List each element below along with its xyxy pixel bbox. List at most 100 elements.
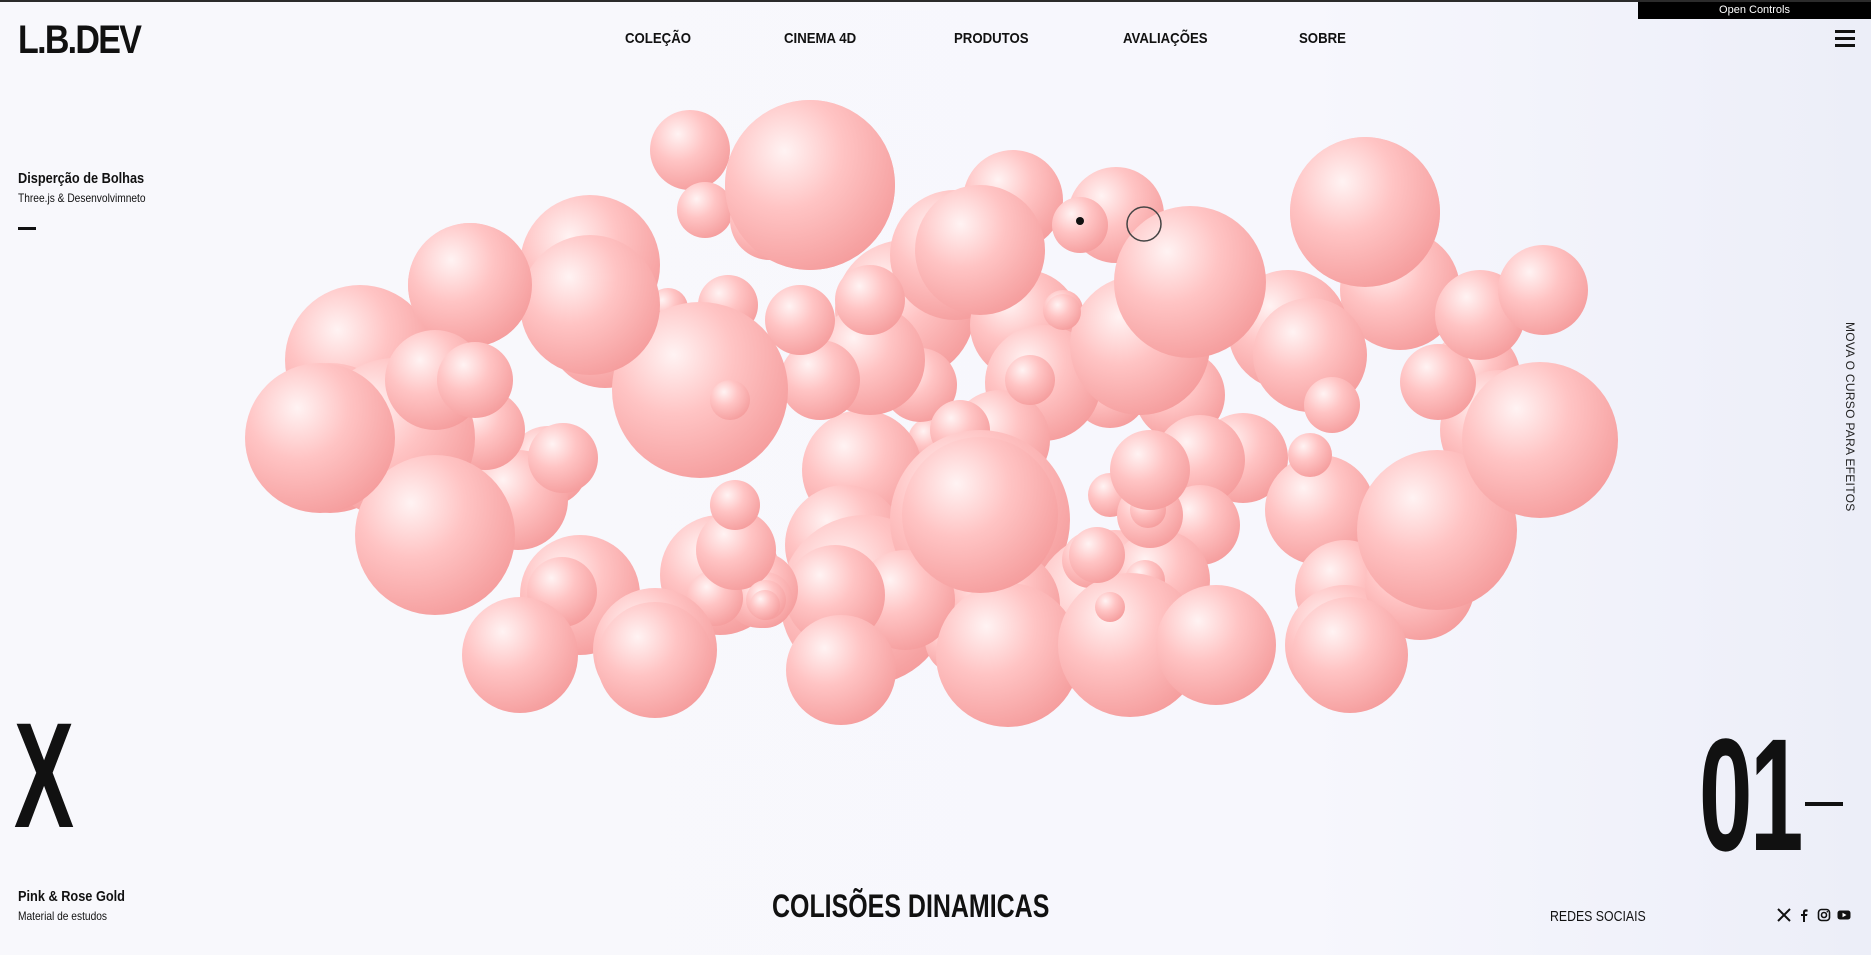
project-subtitle: Three.js & Desenvolvimneto — [18, 191, 146, 205]
social-links — [1777, 908, 1851, 922]
bubble — [1058, 573, 1202, 717]
bubble — [520, 535, 640, 655]
bubble — [815, 305, 925, 415]
bubble — [462, 597, 578, 713]
bubble — [1052, 197, 1108, 253]
bubble — [963, 150, 1063, 250]
open-controls-button[interactable]: Open Controls — [1638, 2, 1871, 19]
bubble — [1110, 530, 1210, 630]
bubble — [1155, 220, 1225, 290]
bubble — [1430, 330, 1520, 420]
bubble — [855, 550, 955, 650]
bubble — [1117, 482, 1183, 548]
bubble — [1043, 290, 1083, 330]
nav-item-avaliacoes[interactable]: AVALIAÇÕES — [1123, 30, 1208, 47]
bubble-canvas — [245, 100, 1618, 727]
bubble — [1285, 585, 1405, 705]
bubble — [285, 285, 435, 435]
bubble — [508, 426, 588, 506]
bubble — [1160, 485, 1240, 565]
bubble — [255, 363, 405, 513]
bubble — [1304, 377, 1360, 433]
bubble — [950, 570, 1090, 710]
bubble — [835, 240, 975, 380]
bubble — [835, 265, 905, 335]
material-subtitle: Material de estudos — [18, 909, 108, 923]
bubble — [786, 615, 896, 725]
bubble — [1030, 530, 1200, 700]
bubble — [245, 363, 395, 513]
instagram-icon[interactable] — [1817, 908, 1831, 922]
nav-item-colecao[interactable]: COLEÇÃO — [625, 30, 691, 47]
bubble — [520, 195, 660, 335]
bubble — [950, 550, 1060, 660]
bubble — [915, 185, 1045, 315]
bubble — [445, 390, 525, 470]
bubble-cluster — [245, 100, 1618, 727]
nav-item-produtos[interactable]: PRODUTOS — [954, 30, 1029, 47]
bubble — [468, 450, 568, 550]
material-title: Pink & Rose Gold — [18, 888, 125, 905]
bubble — [528, 423, 598, 493]
bubble — [650, 110, 730, 190]
bubble — [1281, 338, 1355, 412]
bubble — [920, 460, 964, 504]
slide-index: 01 — [1699, 705, 1803, 884]
bubble — [1462, 362, 1618, 518]
bubble — [746, 580, 786, 620]
bubble — [1440, 370, 1560, 490]
bubble — [1290, 137, 1440, 287]
project-dash — [18, 227, 36, 230]
bubble — [1125, 560, 1165, 600]
bubble — [1290, 137, 1440, 287]
bubble — [1435, 270, 1525, 360]
bubble — [925, 605, 995, 675]
bubble — [765, 285, 835, 355]
bubble — [1292, 597, 1408, 713]
bubble — [355, 455, 515, 615]
bubble — [890, 190, 1020, 320]
bubble — [612, 302, 788, 478]
bubble — [1340, 230, 1460, 350]
nav-item-cinema-4d[interactable]: CINEMA 4D — [784, 30, 856, 47]
bubble — [930, 400, 990, 460]
bubble — [1498, 245, 1588, 335]
bubble — [1228, 270, 1348, 390]
bubble — [408, 223, 532, 347]
bubble — [437, 342, 513, 418]
bubble — [1069, 527, 1125, 583]
bubble — [1130, 492, 1166, 528]
top-border — [0, 0, 1871, 2]
bubble — [780, 340, 860, 420]
bubble — [1005, 355, 1055, 405]
bubble — [527, 557, 597, 627]
hamburger-menu-icon[interactable] — [1835, 30, 1855, 48]
bubble — [1163, 590, 1273, 700]
bubble — [315, 358, 475, 518]
x-icon[interactable] — [1777, 908, 1791, 922]
bubble — [1114, 206, 1266, 358]
bubble — [1156, 585, 1276, 705]
bubble — [1155, 265, 1245, 355]
bubble — [785, 545, 885, 645]
social-label: REDES SOCIAIS — [1550, 908, 1646, 925]
bubble — [1072, 352, 1148, 428]
bubble — [1135, 350, 1225, 440]
nav-item-sobre[interactable]: SOBRE — [1299, 30, 1346, 47]
bubble — [950, 390, 1050, 490]
bubble — [1357, 450, 1517, 610]
bubble — [687, 570, 743, 626]
bubble — [1288, 433, 1332, 477]
section-headline: COLISÕES DINAMICAS — [772, 888, 1050, 924]
bubble — [660, 515, 780, 635]
bubble — [896, 443, 1040, 587]
bubble — [1088, 473, 1132, 517]
bubble — [593, 588, 717, 712]
bubble — [902, 437, 1058, 593]
bubble — [1295, 540, 1395, 640]
bubble — [1095, 592, 1125, 622]
bubble — [785, 485, 905, 605]
bubble — [1068, 167, 1164, 263]
facebook-icon[interactable] — [1797, 908, 1811, 922]
youtube-icon[interactable] — [1837, 908, 1851, 922]
